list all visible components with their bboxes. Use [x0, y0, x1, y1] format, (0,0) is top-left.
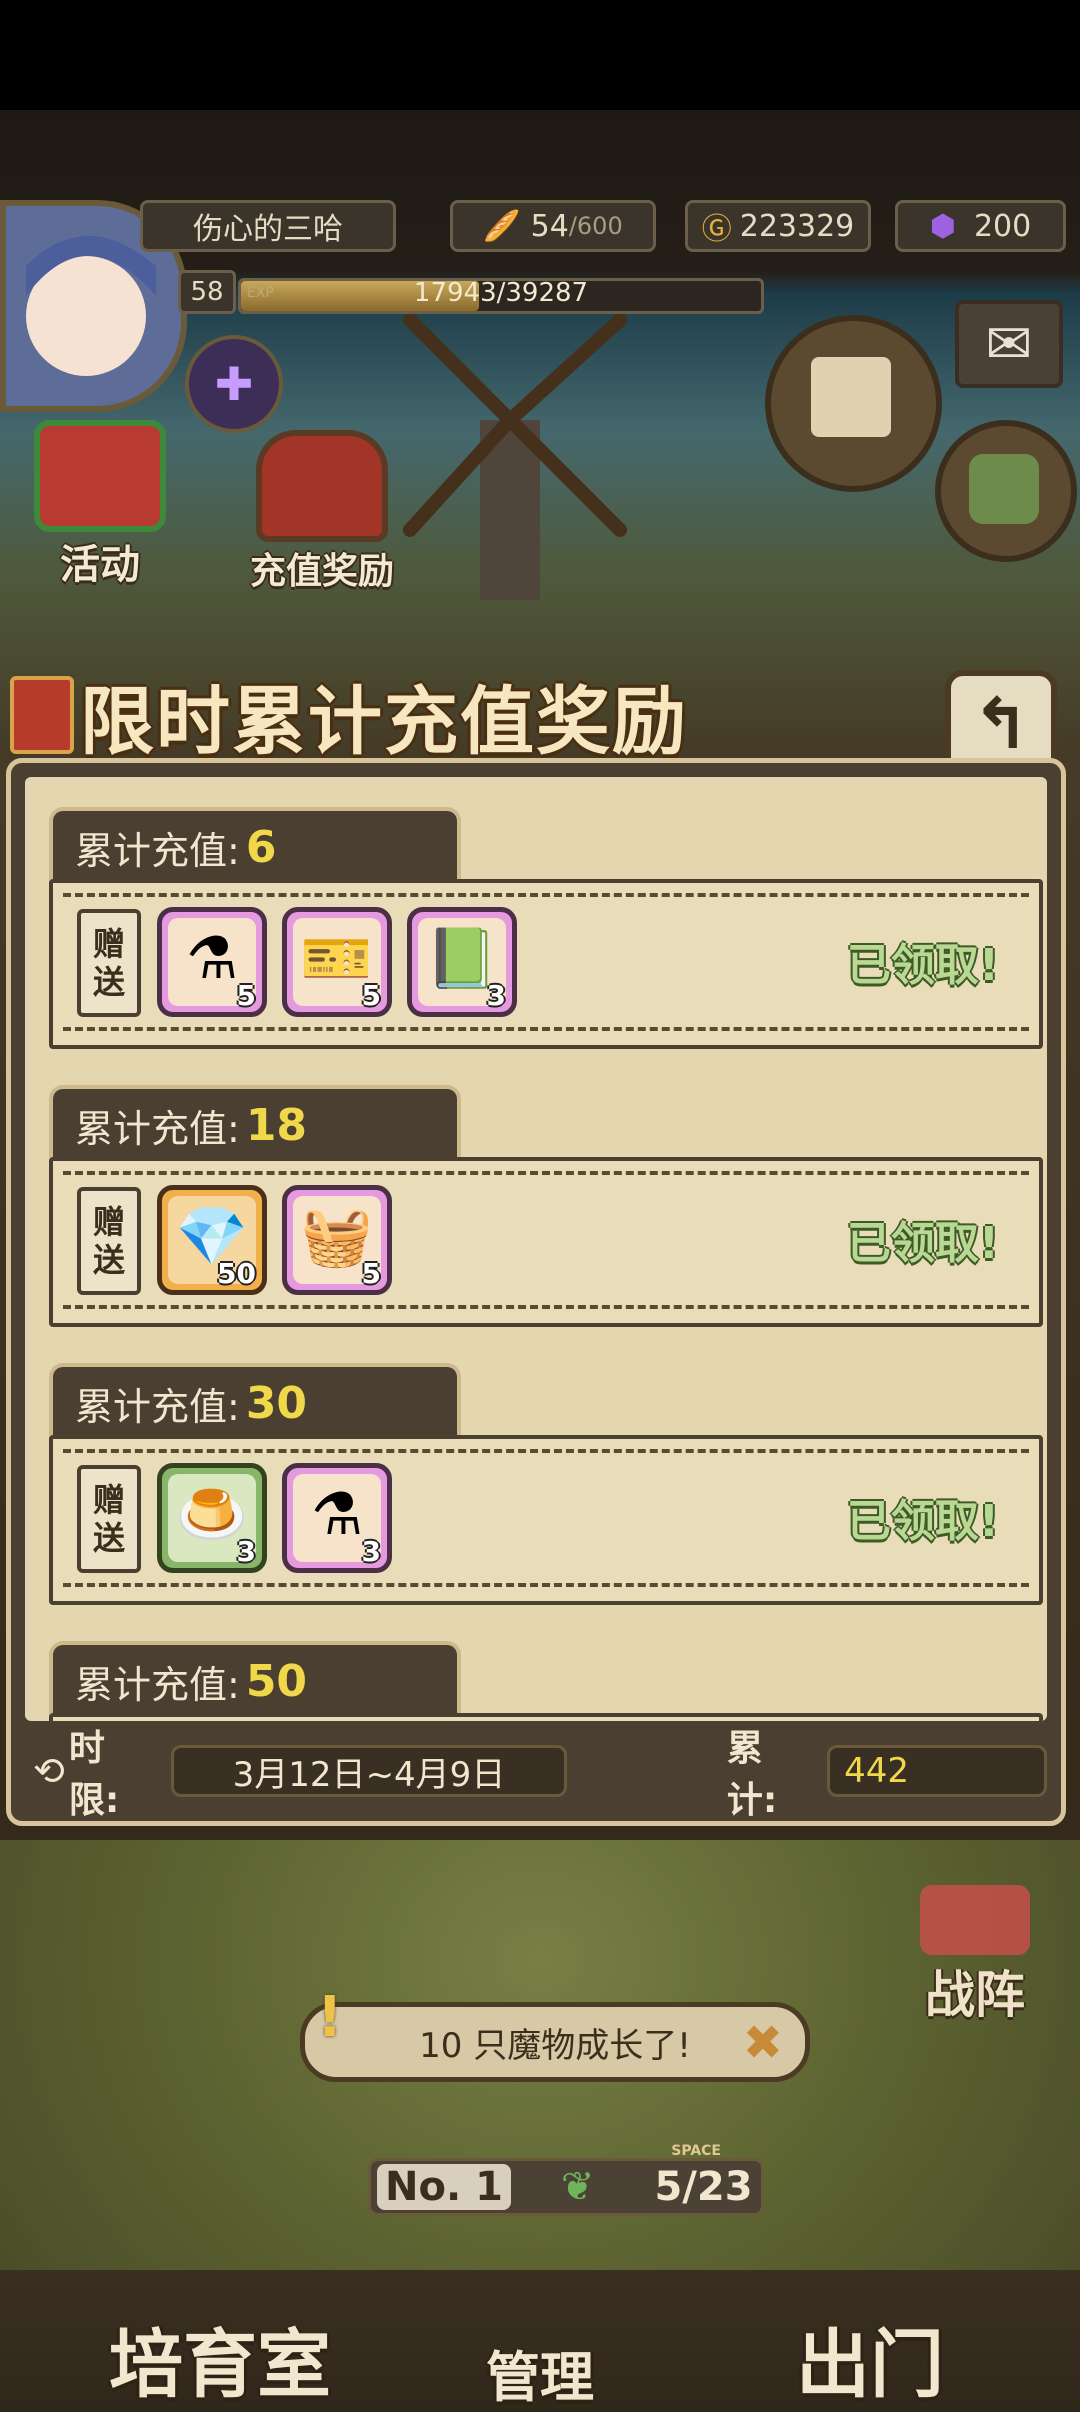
tier-row: 累计充值: 6 赠 送 ⚗ 5 🎫 5 📗 3 已领取!: [49, 807, 1043, 1061]
gem-display[interactable]: ⬢ 200: [895, 200, 1066, 252]
tier-rewards: 赠 送 🍮 3 ⚗ 3 已领取!: [49, 1435, 1043, 1605]
crossed-swords-icon: [920, 1885, 1030, 1955]
purple-potion-icon[interactable]: ⚗ 3: [282, 1463, 392, 1573]
tier-rewards: [49, 1713, 1043, 1721]
nav-exit-label: 出门: [796, 2322, 944, 2408]
treasure-chest-icon: [256, 430, 388, 542]
exp-text: 17943/39287: [413, 278, 589, 308]
gem-amount: 200: [973, 208, 1032, 244]
mail-button[interactable]: ✉: [955, 300, 1063, 388]
room-info-bar[interactable]: No. 1 ❦ SPACE 5/23: [368, 2143, 764, 2216]
panel-footer: ⟲ 时限: 3月12日~4月9日 累计: 442: [25, 1728, 1047, 1821]
tier-value: 50: [245, 1655, 308, 1707]
quest-scroll-button[interactable]: [765, 315, 942, 492]
nav-exit[interactable]: 出门: [740, 2260, 1000, 2412]
hud-strip: 伤心的三哈 🥖 54 /600 Ⓖ 223329 ⬢ 200: [140, 200, 1070, 256]
nav-manage-label: 管理: [486, 2346, 594, 2409]
gift-tag: 赠 送: [77, 1465, 141, 1573]
backpack-icon: [969, 454, 1039, 524]
activity-button[interactable]: 活动: [20, 420, 180, 588]
tier-tab: 累计充值: 6: [49, 807, 461, 883]
battle-label: 战阵: [925, 1966, 1025, 2024]
tier-list[interactable]: 累计充值: 6 赠 送 ⚗ 5 🎫 5 📗 3 已领取! 累计充值: 18 赠 …: [25, 777, 1047, 1721]
tier-rewards: 赠 送 ⚗ 5 🎫 5 📗 3 已领取!: [49, 879, 1043, 1049]
activity-label: 活动: [60, 542, 140, 588]
stamina-current: 54: [530, 208, 569, 244]
nav-manage[interactable]: 管理: [440, 2260, 640, 2412]
refresh-icon: ⟲: [33, 1749, 65, 1793]
tier-value: 18: [245, 1099, 308, 1151]
item-qty: 5: [236, 979, 256, 1012]
chest-icon: [10, 676, 74, 754]
time-range: 3月12日~4月9日: [171, 1745, 567, 1797]
tier-label: 累计充值:: [75, 1106, 240, 1151]
tier-label: 累计充值:: [75, 1662, 240, 1707]
room-capacity: 5/23: [654, 2164, 753, 2210]
claimed-status: 已领取!: [846, 1496, 999, 1547]
alert-icon: !: [317, 1985, 343, 2050]
gold-amount: 223329: [739, 208, 855, 244]
tier-tab: 累计充值: 30: [49, 1363, 461, 1439]
tier-tab: 累计充值: 50: [49, 1641, 461, 1717]
player-name[interactable]: 伤心的三哈: [140, 200, 396, 252]
item-qty: 5: [361, 1257, 381, 1290]
exp-bar: EXP 17943/39287: [238, 278, 764, 314]
space-tag: SPACE: [671, 2143, 721, 2159]
notification-toast[interactable]: ! 10 只魔物成长了! ✖: [300, 1985, 810, 2082]
claimed-status: 已领取!: [846, 940, 999, 991]
purple-potion-icon[interactable]: ⚗ 5: [157, 907, 267, 1017]
recharge-reward-button[interactable]: 充值奖励: [232, 430, 412, 592]
scroll-icon: [811, 357, 891, 437]
nav-nursery-label: 培育室: [109, 2322, 331, 2408]
tier-rewards: 赠 送 💎 50 🧺 5 已领取!: [49, 1157, 1043, 1327]
item-qty: 5: [361, 979, 381, 1012]
gem-icon[interactable]: 💎 50: [157, 1185, 267, 1295]
time-limit-label: 时限:: [68, 1728, 120, 1821]
claimed-status: 已领取!: [846, 1218, 999, 1269]
pudding-icon[interactable]: 🍮 3: [157, 1463, 267, 1573]
tier-label: 累计充值:: [75, 828, 240, 873]
recharge-reward-label: 充值奖励: [249, 551, 394, 592]
tier-value: 30: [245, 1377, 308, 1429]
tier-row: 累计充值: 18 赠 送 💎 50 🧺 5 已领取!: [49, 1085, 1043, 1339]
leaf-icon: ❦: [560, 2164, 595, 2210]
item-qty: 3: [236, 1535, 256, 1568]
close-icon[interactable]: ✖: [743, 2015, 783, 2071]
item-qty: 3: [486, 979, 506, 1012]
gem-icon: ⬢: [929, 208, 956, 244]
stamina-display[interactable]: 🥖 54 /600: [450, 200, 656, 252]
battle-formation-button[interactable]: 战阵: [880, 1885, 1070, 2025]
total-label: 累计:: [726, 1728, 778, 1821]
modal-title: 限时累计充值奖励: [10, 665, 910, 765]
bread-icon: 🥖: [483, 208, 521, 244]
stamina-max: /600: [568, 212, 623, 240]
item-qty: 50: [217, 1257, 256, 1290]
gold-display[interactable]: Ⓖ 223329: [685, 200, 871, 252]
gift-box-icon: [34, 420, 166, 532]
recharge-reward-panel: 累计充值: 6 赠 送 ⚗ 5 🎫 5 📗 3 已领取! 累计充值: 18 赠 …: [6, 758, 1066, 1826]
gold-coin-icon: Ⓖ: [701, 212, 732, 247]
gift-tag: 赠 送: [77, 909, 141, 1017]
item-qty: 3: [361, 1535, 381, 1568]
tier-row: 累计充值: 30 赠 送 🍮 3 ⚗ 3 已领取!: [49, 1363, 1043, 1617]
total-value: 442: [827, 1745, 1047, 1797]
modal-title-text: 限时累计充值奖励: [80, 678, 688, 765]
tier-tab: 累计充值: 18: [49, 1085, 461, 1161]
player-level: 58: [178, 270, 236, 314]
room-number: No. 1: [377, 2164, 511, 2210]
bread-basket-icon[interactable]: 🧺 5: [282, 1185, 392, 1295]
toast-text: 10 只魔物成长了!: [419, 2025, 691, 2066]
bag-button[interactable]: [935, 420, 1077, 562]
tier-row: 累计充值: 50: [49, 1641, 1043, 1721]
buy-gem-button[interactable]: ✚: [185, 335, 283, 433]
nav-nursery[interactable]: 培育室: [80, 2260, 360, 2412]
tier-label: 累计充值:: [75, 1384, 240, 1429]
rainbow-book-icon[interactable]: 📗 3: [407, 907, 517, 1017]
tier-value: 6: [245, 821, 277, 873]
envelope-icon: ✉: [985, 311, 1033, 377]
back-arrow-icon: ↰: [971, 682, 1031, 765]
ticket-icon[interactable]: 🎫 5: [282, 907, 392, 1017]
gift-tag: 赠 送: [77, 1187, 141, 1295]
gem-plus-icon: ✚: [214, 357, 254, 411]
